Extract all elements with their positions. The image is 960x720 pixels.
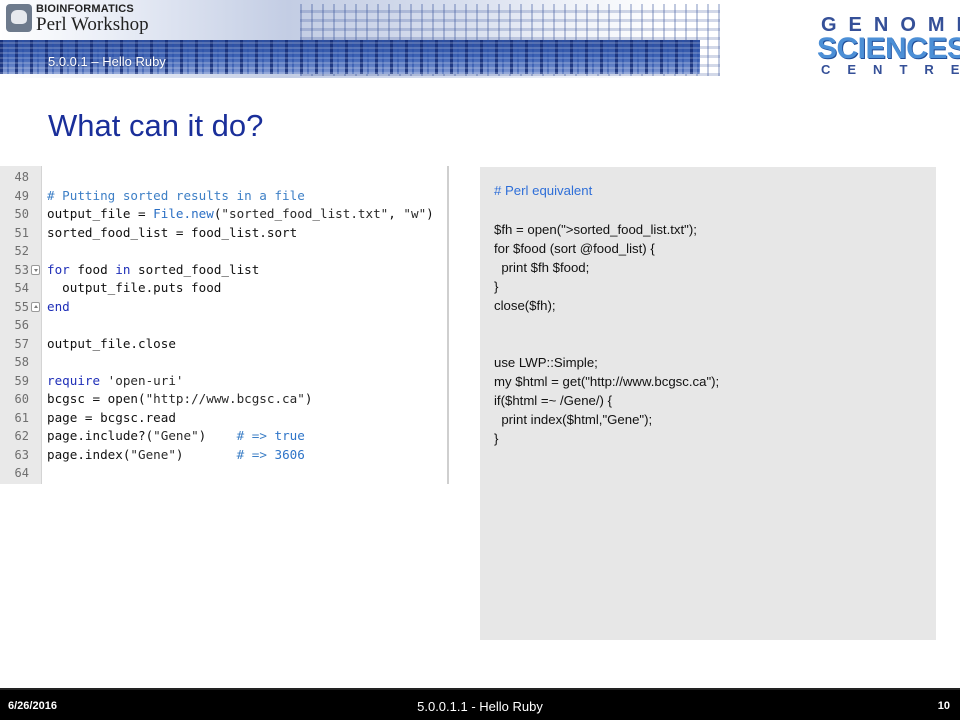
code-text: output_file.close	[47, 335, 176, 351]
line-number: 64	[14, 466, 29, 480]
line-number: 57	[14, 336, 29, 351]
code-text: page.index("Gene") # => 3606	[47, 446, 305, 462]
line-number: 59	[14, 373, 29, 388]
line-number: 61	[14, 410, 29, 425]
line-number: 49	[14, 188, 29, 203]
line-number: 54	[14, 281, 29, 295]
code-line: 55 end	[0, 298, 449, 317]
code-text: output_file = File.new("sorted_food_list…	[47, 206, 434, 221]
perl-panel: # Perl equivalent $fh = open(">sorted_fo…	[480, 167, 936, 640]
code-line: 60 bcgsc = open("http://www.bcgsc.ca")	[0, 390, 449, 409]
perl-line: close($fh);	[494, 298, 556, 313]
line-number: 56	[14, 318, 29, 332]
code-text: page.include?("Gene") # => true	[47, 428, 305, 443]
line-number: 63	[14, 447, 29, 462]
fold-toggle-icon[interactable]	[31, 264, 40, 275]
perl-line: use LWP::Simple;	[494, 355, 598, 370]
code-text: # Putting sorted results in a file	[47, 187, 305, 203]
code-line: 57 output_file.close	[0, 335, 449, 354]
code-text: bcgsc = open("http://www.bcgsc.ca")	[47, 391, 313, 406]
slide-title: What can it do?	[48, 108, 264, 143]
header-banner: BIOINFORMATICS Perl Workshop 5.0.0.1 – H…	[0, 0, 960, 78]
fold-toggle-icon[interactable]	[31, 301, 40, 312]
logo-main-text: Perl Workshop	[36, 14, 149, 35]
code-line: 63 page.index("Gene") # => 3606	[0, 446, 449, 465]
footer-bar: 6/26/2016 5.0.0.1.1 - Hello Ruby 10	[0, 690, 960, 720]
code-text: page = bcgsc.read	[47, 409, 176, 425]
page-number: 10	[937, 700, 950, 712]
footer-title: 5.0.0.1.1 - Hello Ruby	[417, 699, 543, 714]
code-line: 52	[0, 242, 449, 261]
line-number: 62	[14, 429, 29, 443]
code-line: 58	[0, 353, 449, 372]
code-line: 50 output_file = File.new("sorted_food_li…	[0, 205, 449, 224]
code-editor: 48 49 # Putting sorted results in a file 50…	[0, 166, 449, 484]
camel-icon	[6, 4, 32, 32]
workshop-logo: BIOINFORMATICS Perl Workshop	[6, 2, 156, 38]
code-text: end	[47, 298, 70, 314]
code-line: 48	[0, 168, 449, 187]
gsc-centre-text: CENTRE	[821, 62, 959, 77]
code-line: 64	[0, 464, 449, 483]
perl-line: if($html =~ /Gene/) {	[494, 393, 613, 408]
code-text: output_file.puts food	[47, 280, 222, 295]
perl-line: for $food (sort @food_list) {	[494, 241, 655, 256]
header-subtitle: 5.0.0.1 – Hello Ruby	[48, 54, 166, 69]
code-line: 56	[0, 316, 449, 335]
code-line: 59 require 'open-uri'	[0, 372, 449, 391]
code-line: 49 # Putting sorted results in a file	[0, 187, 449, 206]
code-text: require 'open-uri'	[47, 372, 184, 388]
perl-line: }	[494, 431, 499, 446]
perl-comment: # Perl equivalent	[494, 183, 593, 198]
code-text: for food in sorted_food_list	[47, 261, 260, 277]
line-number: 58	[14, 355, 29, 369]
line-number: 55	[14, 299, 29, 314]
line-number: 60	[14, 392, 29, 406]
gsc-logo: GENOME SCIENCES CENTRE	[815, 14, 960, 78]
perl-line: $fh = open(">sorted_food_list.txt");	[494, 222, 697, 237]
perl-line: print $fh $food;	[494, 260, 590, 275]
line-number: 51	[14, 225, 29, 240]
code-line: 54 output_file.puts food	[0, 279, 449, 298]
code-line: 62 page.include?("Gene") # => true	[0, 427, 449, 446]
gsc-sciences-text: SCIENCES	[817, 32, 960, 65]
code-line: 53 for food in sorted_food_list	[0, 261, 449, 280]
perl-line: print index($html,"Gene");	[494, 412, 653, 427]
line-number: 53	[14, 262, 29, 277]
code-line: 51 sorted_food_list = food_list.sort	[0, 224, 449, 243]
code-line: 61 page = bcgsc.read	[0, 409, 449, 428]
perl-line: my $html = get("http://www.bcgsc.ca");	[494, 374, 720, 389]
code-text: sorted_food_list = food_list.sort	[47, 224, 298, 240]
line-number: 50	[14, 207, 29, 221]
line-number: 48	[14, 170, 29, 184]
line-number: 52	[14, 244, 29, 258]
perl-line: }	[494, 279, 499, 294]
